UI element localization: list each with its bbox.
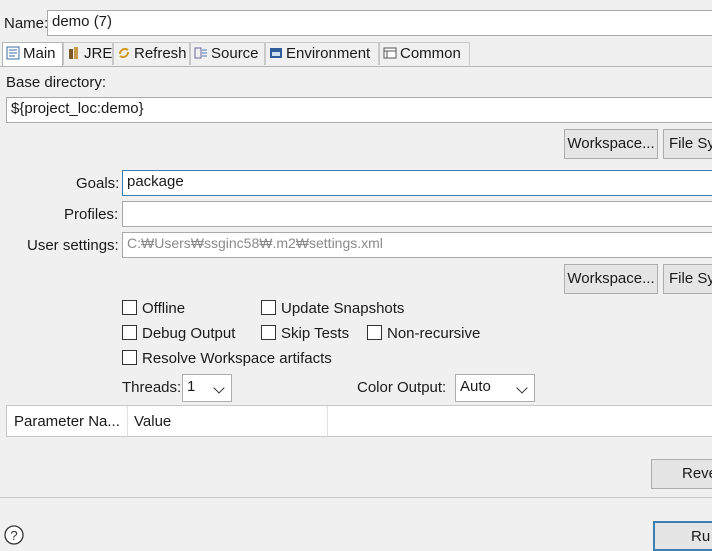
tab-environment[interactable]: Environment [265,42,379,65]
offline-label: Offline [142,300,186,317]
column-divider [327,406,328,436]
environment-icon [269,45,283,59]
chevron-down-icon [516,382,528,394]
goals-field[interactable]: package [122,170,712,196]
base-workspace-button[interactable]: Workspace... [564,129,658,159]
revert-button[interactable]: Reve [651,459,712,489]
launch-config-tabs: Main JRE Refresh Source Environment Comm… [0,42,712,67]
threads-value: 1 [187,378,196,395]
tab-main[interactable]: Main [2,42,63,67]
skip-tests-checkbox[interactable]: Skip Tests [261,325,349,342]
chevron-down-icon [213,382,225,394]
checkbox-box[interactable] [261,325,276,340]
name-field[interactable]: demo (7) [47,10,712,36]
skip-tests-label: Skip Tests [281,325,350,342]
settings-filesystem-button[interactable]: File Sy [663,264,712,294]
footer-divider [0,497,712,498]
non-recursive-label: Non-recursive [387,325,481,342]
checkbox-box[interactable] [122,350,137,365]
jre-icon [67,45,81,59]
base-directory-label: Base directory: [6,74,107,91]
column-divider [127,406,128,436]
help-icon[interactable]: ? [4,525,24,545]
tab-label: JRE [84,45,113,62]
update-snapshots-label: Update Snapshots [281,300,405,317]
base-directory-field[interactable]: ${project_loc:demo} [6,97,712,123]
non-recursive-checkbox[interactable]: Non-recursive [367,325,480,342]
resolve-workspace-label: Resolve Workspace artifacts [142,350,332,367]
column-header-value[interactable]: Value [134,413,171,430]
threads-select[interactable]: 1 [182,374,232,402]
resolve-workspace-checkbox[interactable]: Resolve Workspace artifacts [122,350,332,367]
checkbox-box[interactable] [122,300,137,315]
goals-label: Goals: [76,175,120,192]
source-icon [194,45,208,59]
column-header-parameter-name[interactable]: Parameter Na... [14,413,120,430]
color-output-select[interactable]: Auto [455,374,535,402]
offline-checkbox[interactable]: Offline [122,300,185,317]
tab-jre[interactable]: JRE [63,42,113,65]
tab-label: Refresh [134,45,187,62]
threads-label: Threads: [122,379,182,396]
profiles-label: Profiles: [64,206,119,223]
profiles-field[interactable] [122,201,712,227]
tab-label: Environment [286,45,371,62]
tab-common[interactable]: Common [379,42,470,65]
tab-source[interactable]: Source [190,42,265,65]
checkbox-box[interactable] [367,325,382,340]
checkbox-box[interactable] [261,300,276,315]
checkbox-box[interactable] [122,325,137,340]
settings-workspace-button[interactable]: Workspace... [564,264,658,294]
svg-text:?: ? [10,528,17,543]
color-output-label: Color Output: [357,379,447,396]
tab-divider [0,66,712,67]
update-snapshots-checkbox[interactable]: Update Snapshots [261,300,404,317]
name-label: Name: [4,15,49,32]
user-settings-label: User settings: [27,237,119,254]
refresh-icon [117,45,131,59]
tab-refresh[interactable]: Refresh [113,42,190,65]
tab-label: Common [400,45,461,62]
common-icon [383,45,397,59]
tab-label: Source [211,45,259,62]
debug-output-checkbox[interactable]: Debug Output [122,325,235,342]
debug-output-label: Debug Output [142,325,236,342]
tab-label: Main [23,45,56,62]
color-output-value: Auto [460,378,491,395]
user-settings-field[interactable]: C:₩Users₩ssginc58₩.m2₩settings.xml [122,232,712,258]
main-tab-icon [6,45,20,60]
base-filesystem-button[interactable]: File Sy [663,129,712,159]
parameters-table[interactable]: Parameter Na... Value [6,405,712,437]
